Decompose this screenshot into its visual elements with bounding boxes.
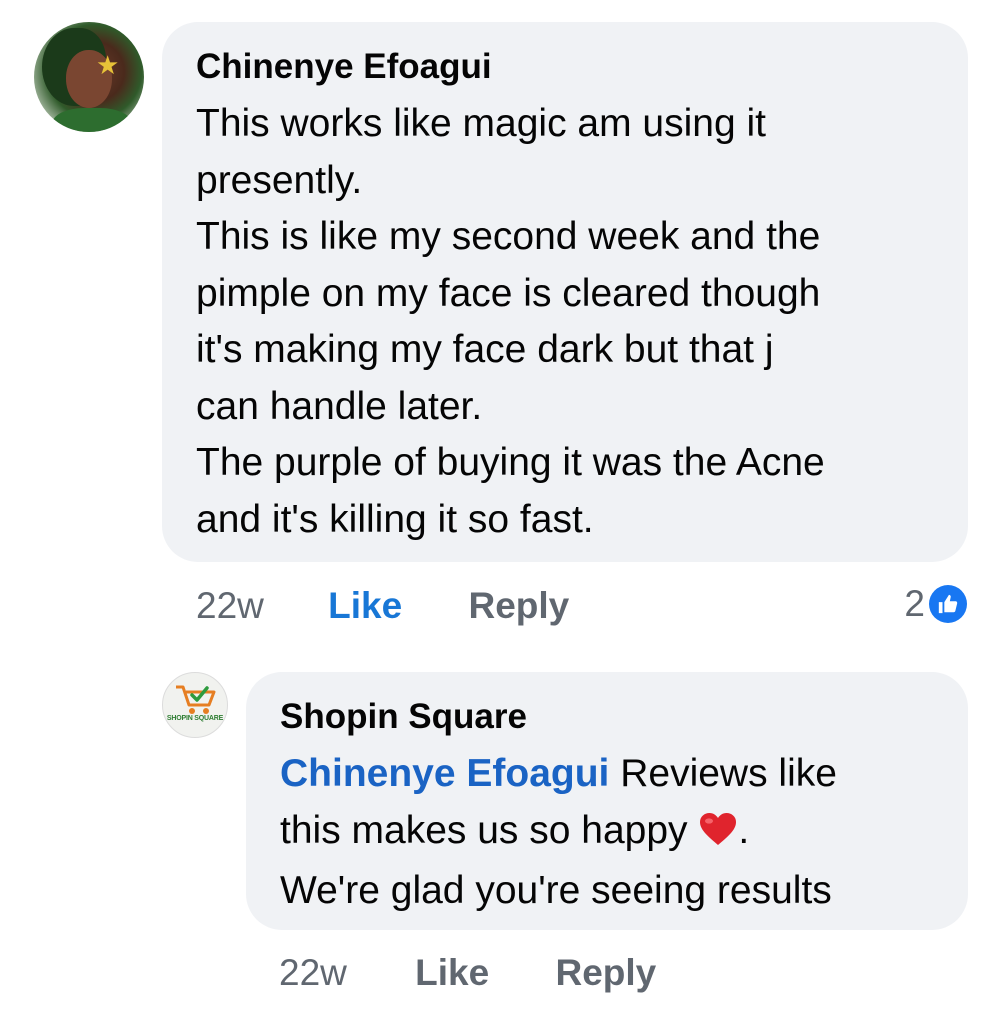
reply-line: Chinenye Efoagui Reviews like: [280, 746, 938, 803]
mention-link[interactable]: Chinenye Efoagui: [280, 752, 609, 795]
comment-line: presently.: [196, 158, 363, 202]
reply-body: Chinenye Efoagui Reviews like this makes…: [280, 746, 938, 920]
page-avatar[interactable]: SHOPIN SQUARE: [162, 672, 228, 738]
commenter-avatar[interactable]: ★: [34, 22, 144, 132]
reply-line: this makes us so happy .: [280, 803, 938, 864]
reaction-count: 2: [904, 583, 925, 624]
reply-text: .: [738, 808, 750, 852]
comment-actions: 22w Like Reply: [196, 584, 569, 628]
comment-line: This works like magic am using it: [196, 102, 766, 145]
reply-button[interactable]: Reply: [469, 585, 570, 626]
comment-line: and it's killing it so fast.: [196, 497, 594, 541]
thumbs-up-icon: [929, 585, 967, 623]
reply-line: We're glad you're seeing results: [280, 869, 832, 912]
reply-text: Reviews like: [609, 752, 837, 795]
comment-timestamp[interactable]: 22w: [196, 585, 264, 626]
comment-line: The purple of buying it was the Acne: [196, 441, 825, 484]
reply-author-name[interactable]: Shopin Square: [280, 694, 938, 740]
comment-author-name[interactable]: Chinenye Efoagui: [196, 44, 938, 90]
like-button[interactable]: Like: [415, 952, 489, 993]
reply-actions: 22w Like Reply: [279, 951, 656, 995]
page-avatar-logo-text: SHOPIN SQUARE: [166, 715, 224, 722]
comment-line: can handle later.: [196, 384, 483, 428]
reply-bubble: Shopin Square Chinenye Efoagui Reviews l…: [246, 672, 968, 930]
reaction-summary[interactable]: 2: [904, 582, 967, 626]
comment-line: pimple on my face is cleared though: [196, 271, 821, 315]
comment-line: it's making my face dark but that j: [196, 328, 774, 371]
comment-line: This is like my second week and the: [196, 215, 821, 258]
reply-text: this makes us so happy: [280, 808, 699, 852]
avatar-clothing: [52, 108, 132, 132]
heart-icon: [698, 807, 738, 864]
reply-button[interactable]: Reply: [556, 952, 657, 993]
comment-body: This works like magic am using it presen…: [196, 96, 938, 548]
reply-timestamp[interactable]: 22w: [279, 952, 347, 993]
shopping-cart-icon: [176, 685, 216, 714]
star-sticker-icon: ★: [96, 50, 120, 80]
like-button[interactable]: Like: [328, 585, 402, 626]
comment-bubble: Chinenye Efoagui This works like magic a…: [162, 22, 968, 562]
